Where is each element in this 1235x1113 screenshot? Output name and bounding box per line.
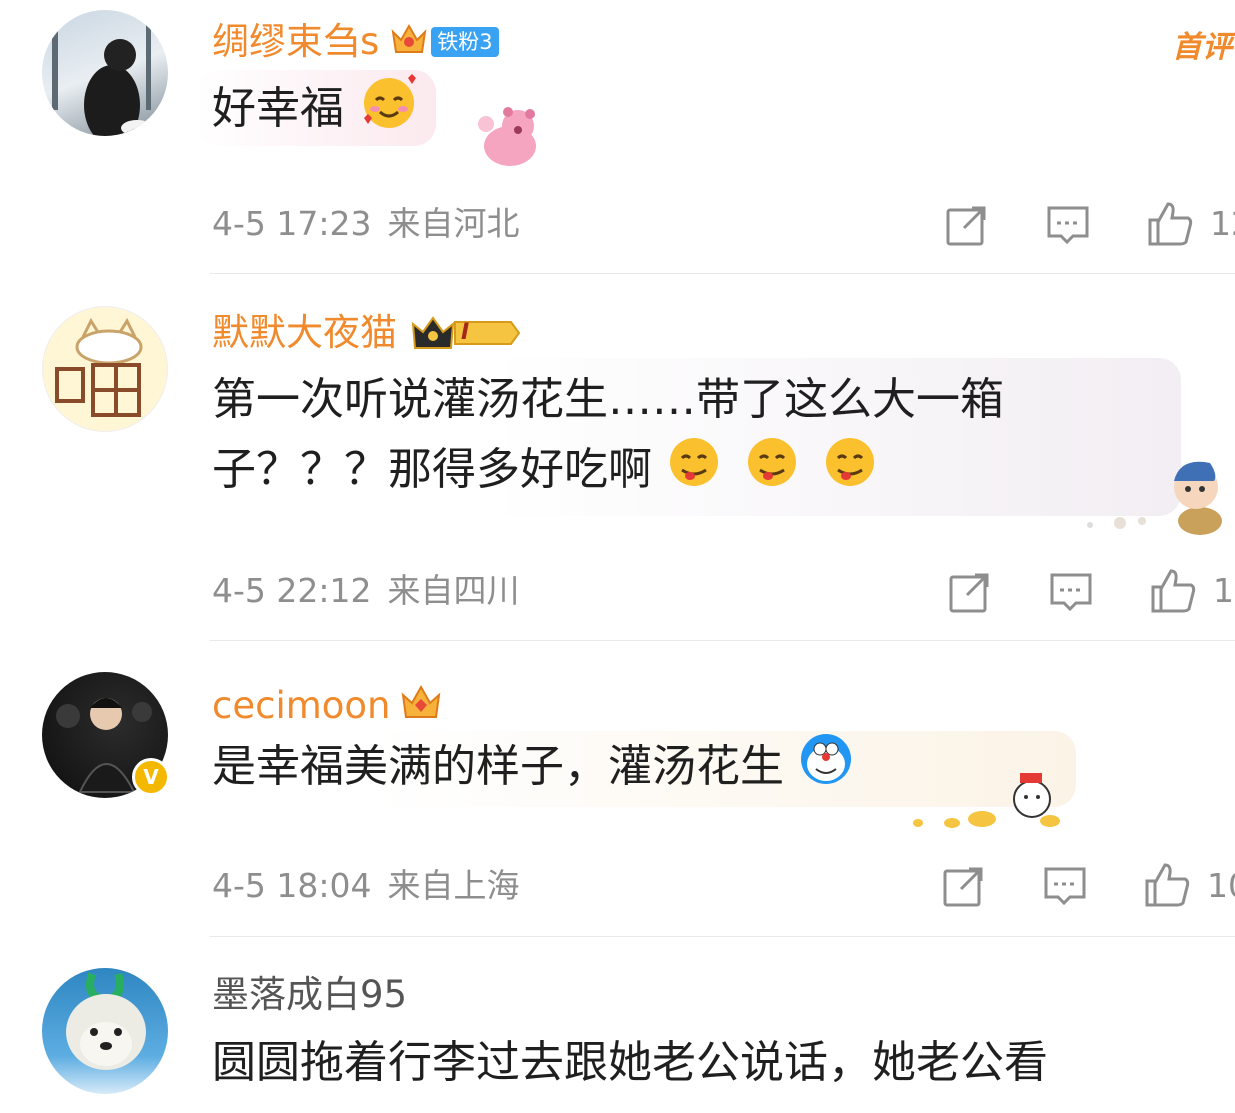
gold-ingot-sticker-icon bbox=[908, 763, 1068, 837]
share-icon[interactable] bbox=[944, 202, 990, 248]
comment-text-bubble: 好幸福 bbox=[196, 70, 436, 146]
comment-text: 圆圆拖着行李过去跟她老公说话，她老公看 bbox=[212, 1037, 1048, 1088]
avatar[interactable]: V bbox=[42, 672, 170, 798]
doraemon-emoji-icon bbox=[798, 731, 854, 807]
comment-time: 4-5 17:23 bbox=[212, 204, 372, 243]
comment-icon[interactable] bbox=[1045, 202, 1091, 248]
avatar[interactable] bbox=[42, 968, 168, 1094]
avatar[interactable] bbox=[42, 306, 168, 432]
comment-item: 墨落成白95 圆圆拖着行李过去跟她老公说话，她老公看 bbox=[0, 937, 1235, 1113]
fans-badge-label: 铁粉3 bbox=[437, 30, 493, 54]
level-badge-label: I bbox=[461, 320, 470, 345]
comment-text: 好幸福 bbox=[212, 83, 344, 134]
share-icon[interactable] bbox=[947, 569, 993, 615]
username-text[interactable]: 墨落成白95 bbox=[212, 973, 407, 1017]
yum-emoji-icon bbox=[666, 434, 722, 510]
username[interactable]: 默默大夜猫 I bbox=[212, 311, 531, 355]
comment-meta: 4-5 22:12 来自四川 bbox=[212, 571, 520, 611]
comment-time: 4-5 22:12 bbox=[212, 571, 372, 610]
username-text[interactable]: 绸缪束刍s bbox=[212, 20, 379, 64]
like-count: 1 bbox=[1213, 571, 1234, 610]
comment-text-bubble: 第一次听说灌汤花生……带了这么大一箱 子？？？那得多好吃啊 bbox=[196, 358, 1181, 516]
like-count: 10 bbox=[1207, 866, 1235, 905]
comment-item: 绸缪束刍s 铁粉3 首评 好幸福 4-5 17:23 来自河北 1 bbox=[0, 0, 1235, 275]
share-icon[interactable] bbox=[941, 863, 987, 909]
yum-emoji-icon bbox=[744, 434, 800, 510]
thumbs-up-icon[interactable] bbox=[1146, 200, 1193, 246]
username[interactable]: cecimoon bbox=[212, 681, 443, 731]
avatar-image bbox=[52, 20, 153, 136]
comment-icon[interactable] bbox=[1048, 569, 1094, 615]
comment-time: 4-5 18:04 bbox=[212, 866, 372, 905]
comment-item: 默默大夜猫 I 第一次听说灌汤花生……带了这么大一箱 子？？？那得多好吃啊 4-… bbox=[0, 275, 1235, 641]
comment-location: 来自四川 bbox=[387, 571, 520, 610]
username[interactable]: 墨落成白95 bbox=[212, 973, 407, 1017]
avatar[interactable] bbox=[42, 10, 168, 136]
vip-crown-icon bbox=[389, 18, 429, 66]
thumbs-up-icon[interactable] bbox=[1149, 567, 1196, 613]
girl-sticker-icon bbox=[1080, 451, 1230, 539]
fans-badge: 铁粉3 bbox=[431, 27, 499, 57]
avatar-image bbox=[55, 317, 143, 417]
first-comment-tag: 首评 bbox=[1172, 30, 1232, 65]
avatar-image bbox=[66, 972, 146, 1070]
blush-emoji-icon bbox=[358, 70, 420, 152]
comment-location: 来自河北 bbox=[387, 204, 520, 243]
comment-meta: 4-5 17:23 来自河北 bbox=[212, 204, 520, 244]
vip-crown-icon bbox=[399, 681, 443, 731]
divider bbox=[210, 273, 1235, 274]
username[interactable]: 绸缪束刍s 铁粉3 bbox=[212, 18, 499, 66]
comment-text-line: 子？？？那得多好吃啊 bbox=[212, 444, 652, 495]
comment-text: 是幸福美满的样子，灌汤花生 bbox=[212, 741, 784, 792]
yum-emoji-icon bbox=[822, 434, 878, 510]
comment-item: V cecimoon 是幸福美满的样子，灌汤花生 4-5 18:04 来自上海 bbox=[0, 641, 1235, 937]
username-text[interactable]: cecimoon bbox=[212, 684, 391, 728]
username-text[interactable]: 默默大夜猫 bbox=[212, 311, 397, 355]
level-badge: I bbox=[411, 311, 531, 355]
comment-icon[interactable] bbox=[1042, 863, 1088, 909]
comment-location: 来自上海 bbox=[387, 866, 520, 905]
bear-sticker-icon bbox=[468, 100, 548, 176]
verified-badge-icon: V bbox=[132, 758, 170, 796]
thumbs-up-icon[interactable] bbox=[1143, 861, 1190, 907]
like-count: 12 bbox=[1210, 204, 1235, 243]
comment-text-line: 第一次听说灌汤花生……带了这么大一箱 bbox=[212, 374, 1004, 425]
comment-text-bubble: 圆圆拖着行李过去跟她老公说话，她老公看 bbox=[196, 1029, 1064, 1097]
comment-meta: 4-5 18:04 来自上海 bbox=[212, 866, 520, 906]
